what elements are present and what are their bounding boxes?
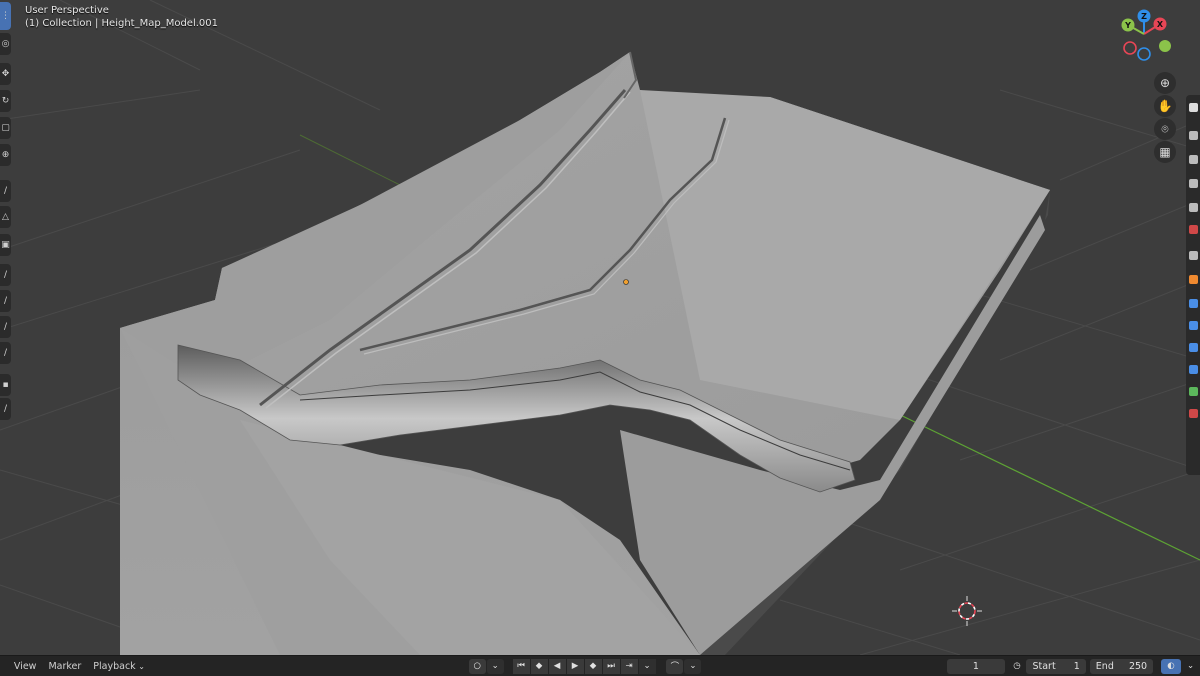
neg-y-axis-icon	[1159, 40, 1171, 52]
playback-dropdown-icon[interactable]: ⌄	[638, 658, 656, 674]
move-icon[interactable]: ✥	[0, 63, 11, 85]
constraints-tab-icon[interactable]	[1189, 365, 1198, 374]
3d-viewport[interactable]: User Perspective (1) Collection | Height…	[0, 0, 1200, 655]
loop-icon[interactable]: ⇥	[620, 658, 638, 674]
start-frame-field[interactable]: Start 1	[1026, 658, 1086, 674]
cursor-icon[interactable]: ◎	[0, 33, 11, 55]
rotate-icon[interactable]: ↻	[0, 90, 11, 112]
viewport-collection-label: (1) Collection | Height_Map_Model.001	[25, 18, 218, 29]
play-reverse-icon[interactable]: ◀	[548, 658, 566, 674]
object-origin	[623, 279, 629, 285]
scene-canvas[interactable]	[0, 0, 1200, 655]
render-tab-icon[interactable]	[1189, 131, 1198, 140]
timeline-header: View Marker Playback ○ ⌄ ⏮ ◆ ◀ ▶ ◆ ⏭ ⇥ ⌄…	[0, 655, 1200, 676]
zoom-icon[interactable]: ⊕	[1154, 72, 1176, 94]
grid-ortho-icon[interactable]: ▦	[1154, 141, 1176, 163]
jump-keyframe-forward-icon[interactable]: ◆	[584, 658, 602, 674]
marker-menu[interactable]: Marker	[42, 661, 87, 672]
output-tab-icon[interactable]	[1189, 155, 1198, 164]
object-tab-icon[interactable]	[1189, 275, 1198, 284]
current-frame-field[interactable]: 1	[947, 658, 1005, 674]
jump-end-icon[interactable]: ⏭	[602, 658, 620, 674]
annotate-icon[interactable]: ∕	[0, 180, 11, 202]
view-layer-tab-icon[interactable]	[1189, 179, 1198, 188]
knife-icon[interactable]: ∕	[0, 264, 11, 286]
scale-icon[interactable]: ▢	[0, 117, 11, 139]
navigation-gizmo[interactable]: Z X Y	[1110, 8, 1180, 68]
modifier-tab-icon[interactable]	[1189, 299, 1198, 308]
neg-z-axis-icon	[1137, 47, 1151, 61]
hand-pan-icon[interactable]: ✋	[1154, 95, 1176, 117]
select-box-icon[interactable]: ⋮	[0, 2, 11, 30]
gizmo-y-label: Y	[1124, 21, 1131, 30]
keying-dropdown-icon[interactable]: ⌄	[486, 658, 504, 674]
gizmo-x-label: X	[1157, 20, 1164, 29]
playback-menu[interactable]: Playback	[87, 661, 151, 672]
viewport-perspective-label: User Perspective	[25, 5, 109, 16]
smooth-icon[interactable]: ▪	[0, 374, 11, 396]
poly-build-icon[interactable]: ∕	[0, 316, 11, 338]
bisect-icon[interactable]: ∕	[0, 290, 11, 312]
end-frame-value: 250	[1128, 660, 1148, 672]
particles-tab-icon[interactable]	[1189, 321, 1198, 330]
stopwatch-icon[interactable]: ◷	[1008, 658, 1026, 674]
world-tab-icon[interactable]	[1189, 225, 1198, 234]
auto-keying-icon[interactable]: ○	[468, 658, 486, 674]
properties-tab-strip	[1186, 95, 1200, 475]
end-frame-field[interactable]: End 250	[1089, 658, 1154, 674]
3d-cursor-icon	[952, 596, 982, 626]
physics-tab-icon[interactable]	[1189, 343, 1198, 352]
view-menu[interactable]: View	[8, 661, 43, 672]
start-frame-label: Start	[1032, 660, 1056, 672]
jump-start-icon[interactable]: ⏮	[512, 658, 530, 674]
shear-icon[interactable]: ∕	[0, 398, 11, 420]
measure-icon[interactable]: △	[0, 206, 11, 228]
editor-type-dropdown-icon[interactable]: ⌄	[1182, 658, 1199, 674]
scene-tab-icon[interactable]	[1189, 203, 1198, 212]
end-frame-label: End	[1095, 660, 1114, 672]
camera-icon[interactable]: ⌾	[1154, 118, 1176, 140]
tool-tab-icon[interactable]	[1189, 103, 1198, 112]
left-toolbar: ⋮ ◎ ✥ ↻ ▢ ⊕ ∕ △ ▣ ∕ ∕ ∕ ∕ ▪ ∕	[0, 0, 12, 420]
keying-set-dropdown-icon[interactable]: ⌄	[684, 658, 702, 674]
play-icon[interactable]: ▶	[566, 658, 584, 674]
spin-icon[interactable]: ∕	[0, 342, 11, 364]
jump-keyframe-back-icon[interactable]: ◆	[530, 658, 548, 674]
neg-x-axis-icon	[1123, 41, 1137, 55]
add-cube-icon[interactable]: ▣	[0, 234, 11, 256]
collection-tab-icon[interactable]	[1189, 251, 1198, 260]
material-tab-icon[interactable]	[1189, 409, 1198, 418]
editor-type-icon[interactable]: ◐	[1161, 658, 1181, 674]
start-frame-value: 1	[1073, 660, 1080, 672]
gizmo-z-label: Z	[1141, 12, 1147, 21]
keying-set-icon[interactable]: ⌒	[666, 658, 684, 674]
transform-icon[interactable]: ⊕	[0, 144, 11, 166]
data-tab-icon[interactable]	[1189, 387, 1198, 396]
